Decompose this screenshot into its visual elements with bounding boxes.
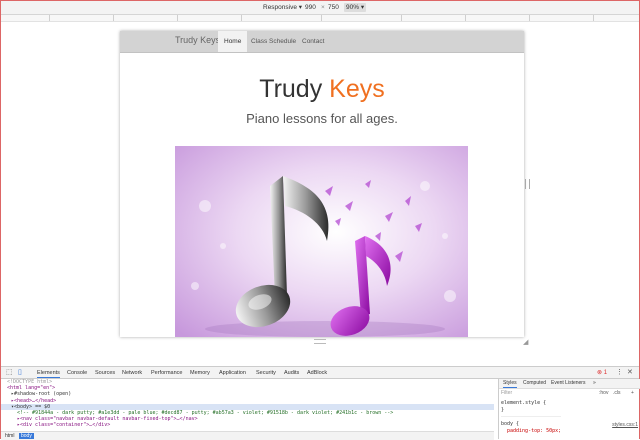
viewport-resize-handle-right[interactable]	[525, 179, 530, 189]
tab-event-listeners[interactable]: Event Listeners	[551, 380, 585, 387]
nav-link-home[interactable]: Home	[218, 31, 248, 52]
rule-close: }	[501, 407, 505, 413]
dom-node[interactable]: ▸<div class="container">…</div>	[1, 422, 494, 428]
rule-body-property[interactable]: padding-top: 50px;	[507, 428, 561, 434]
add-rule-icon[interactable]: +	[631, 389, 634, 397]
tab-sources[interactable]: Sources	[95, 369, 115, 377]
tab-network[interactable]: Network	[122, 369, 142, 377]
tab-elements[interactable]: Elements	[37, 369, 60, 378]
tab-application[interactable]: Application	[219, 369, 246, 377]
zoom-select[interactable]: 90% ▾	[344, 3, 367, 12]
hero-title: Trudy Keys	[259, 75, 385, 103]
hov-toggle[interactable]: :hov	[599, 389, 608, 397]
tab-console[interactable]: Console	[67, 369, 87, 377]
tab-styles[interactable]: Styles	[503, 380, 517, 388]
tab-computed[interactable]: Computed	[523, 380, 546, 387]
navbar-brand[interactable]: Trudy Keys	[175, 35, 220, 45]
cls-toggle[interactable]: .cls	[613, 389, 621, 397]
tab-memory[interactable]: Memory	[190, 369, 210, 377]
tab-performance[interactable]: Performance	[151, 369, 183, 377]
breadcrumb-body[interactable]: body	[19, 433, 34, 439]
viewport-width-input[interactable]: 990	[305, 3, 316, 12]
devtools-tabbar: ⬚ ▯ Elements Console Sources Network Per…	[1, 367, 639, 379]
tab-security[interactable]: Security	[256, 369, 276, 377]
elements-tree: <!DOCTYPE html> <html lang="en"> ▸#shado…	[1, 379, 494, 428]
navbar: Trudy Keys Home Class Schedule Contact	[120, 31, 524, 53]
music-notes-image	[175, 146, 468, 337]
tab-adblock[interactable]: AdBlock	[307, 369, 327, 377]
hero-subtitle: Piano lessons for all ages.	[246, 111, 398, 126]
rule-element-style[interactable]: element.style {	[501, 400, 561, 407]
nav-link-class-schedule[interactable]: Class Schedule	[245, 31, 302, 52]
styles-tabbar: Styles Computed Event Listeners »	[499, 379, 640, 389]
inspect-element-icon[interactable]: ⬚	[6, 369, 13, 377]
styles-pane: Styles Computed Event Listeners » Filter…	[498, 379, 640, 439]
style-rules: element.style { } body { padding-top: 50…	[501, 400, 562, 435]
dimension-separator: ×	[321, 4, 325, 11]
stylesheet-link[interactable]: styles.css:1	[612, 422, 638, 428]
viewport-resize-corner-icon[interactable]: ◢	[523, 338, 528, 346]
breadcrumb-html[interactable]: html	[3, 433, 16, 439]
more-options-icon[interactable]: ⋮	[616, 369, 623, 377]
styles-filter-input[interactable]: Filter :hov .cls +	[501, 389, 638, 397]
device-mode-select[interactable]: Responsive ▾	[263, 3, 302, 12]
more-tabs-icon[interactable]: »	[593, 380, 596, 387]
viewport-height-input[interactable]: 750	[328, 3, 339, 12]
media-query-ruler[interactable]	[1, 15, 639, 22]
nav-link-contact[interactable]: Contact	[296, 31, 330, 52]
device-toggle-icon[interactable]: ▯	[18, 369, 22, 377]
viewport-resize-handle-bottom[interactable]	[314, 339, 326, 344]
device-toolbar: Responsive ▾ 990 × 750 90% ▾	[1, 1, 639, 15]
close-devtools-icon[interactable]: ✕	[627, 369, 633, 377]
tab-audits[interactable]: Audits	[284, 369, 299, 377]
rule-body-selector[interactable]: body {	[501, 421, 561, 428]
error-counter[interactable]: ⊗ 1	[597, 369, 607, 377]
devtools-panel: ⬚ ▯ Elements Console Sources Network Per…	[1, 366, 640, 440]
emulated-page: Trudy Keys Home Class Schedule Contact T…	[120, 31, 524, 337]
